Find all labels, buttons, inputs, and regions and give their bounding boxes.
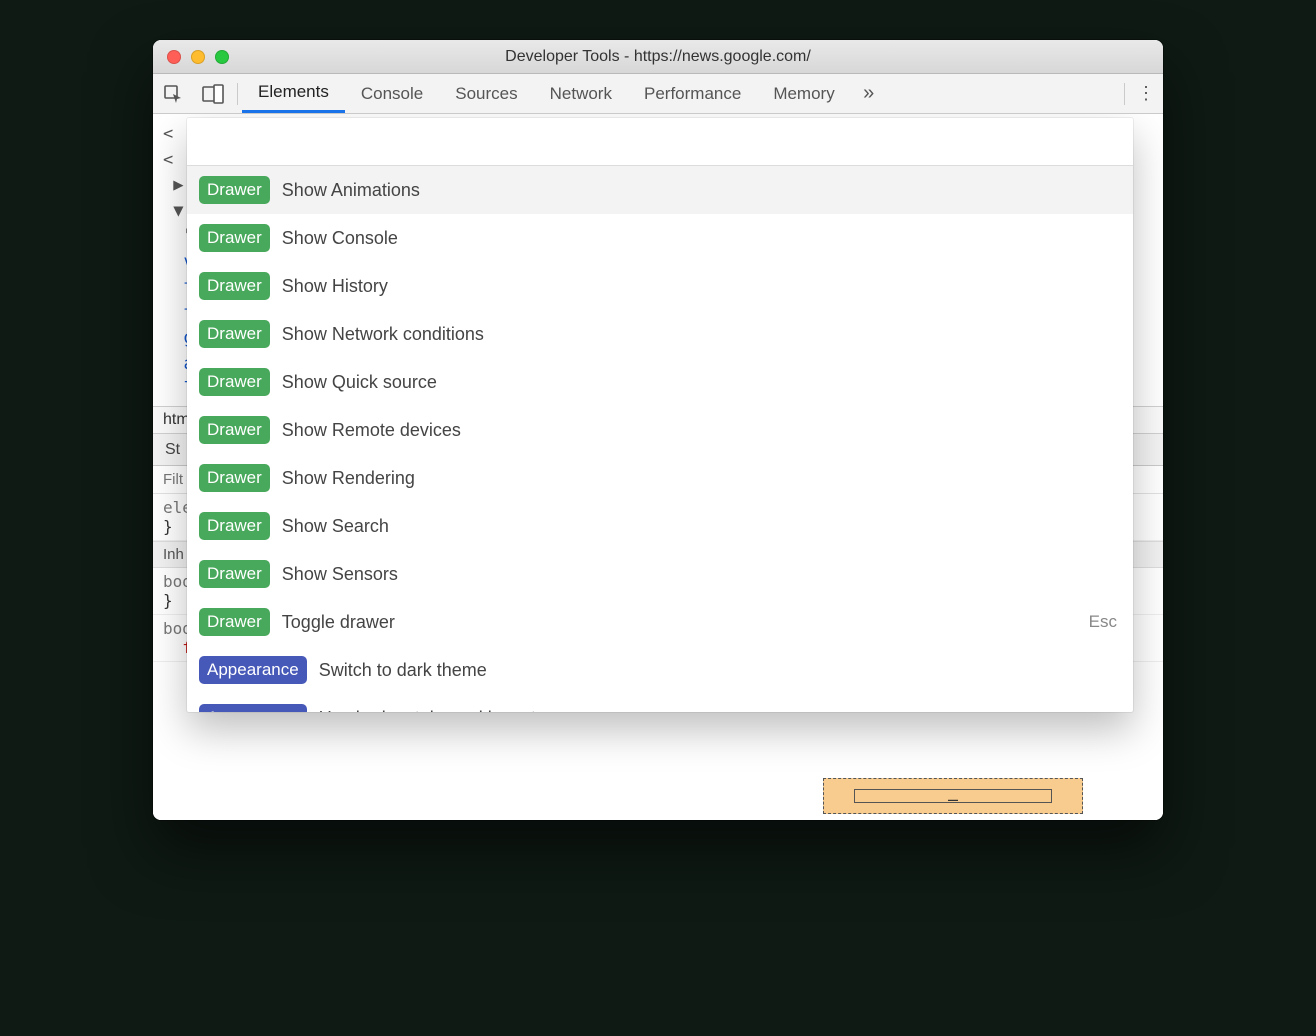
- devtools-window: Developer Tools - https://news.google.co…: [153, 40, 1163, 820]
- command-label: Show Animations: [282, 180, 420, 201]
- window-titlebar: Developer Tools - https://news.google.co…: [153, 40, 1163, 74]
- command-palette-item[interactable]: Drawer Show Sensors: [187, 550, 1133, 598]
- tab-performance[interactable]: Performance: [628, 74, 757, 113]
- command-label: Toggle drawer: [282, 612, 395, 633]
- device-toolbar-icon[interactable]: [193, 74, 233, 113]
- command-shortcut: Esc: [1089, 612, 1117, 632]
- window-title: Developer Tools - https://news.google.co…: [153, 48, 1163, 66]
- css-brace: }: [163, 591, 173, 610]
- command-label: Switch to dark theme: [319, 660, 487, 681]
- minimize-window-button[interactable]: [191, 50, 205, 64]
- command-palette-input[interactable]: [201, 131, 1119, 152]
- command-label: Show Network conditions: [282, 324, 484, 345]
- command-label: Show History: [282, 276, 388, 297]
- command-label: Show Rendering: [282, 468, 415, 489]
- command-label: Show Remote devices: [282, 420, 461, 441]
- command-palette-item[interactable]: Drawer Show Search: [187, 502, 1133, 550]
- tab-elements[interactable]: Elements: [242, 74, 345, 113]
- tab-memory[interactable]: Memory: [757, 74, 850, 113]
- command-palette-input-row: [187, 118, 1133, 166]
- more-tabs-icon[interactable]: »: [851, 82, 887, 105]
- command-label: Use horizontal panel layout: [319, 708, 536, 713]
- command-palette-item[interactable]: Appearance Use horizontal panel layout: [187, 694, 1133, 712]
- command-palette-list: DrawerShow AnimationsDrawerShow ConsoleD…: [187, 166, 1133, 712]
- command-category-badge: Drawer: [199, 464, 270, 492]
- command-label: Show Quick source: [282, 372, 437, 393]
- command-palette-item[interactable]: Drawer Show Rendering: [187, 454, 1133, 502]
- command-category-badge: Drawer: [199, 560, 270, 588]
- command-label: Show Search: [282, 516, 389, 537]
- command-category-badge: Appearance: [199, 704, 307, 712]
- main-panel: < < ▶ ▼ " v t t g a l html St Filt ele }: [153, 114, 1163, 820]
- command-category-badge: Appearance: [199, 656, 307, 684]
- command-label: Show Sensors: [282, 564, 398, 585]
- box-model-margin[interactable]: –: [823, 778, 1083, 814]
- css-brace: }: [163, 517, 173, 536]
- command-category-badge: Drawer: [199, 608, 270, 636]
- command-palette-item[interactable]: Drawer Show Quick source: [187, 358, 1133, 406]
- command-category-badge: Drawer: [199, 416, 270, 444]
- command-category-badge: Drawer: [199, 320, 270, 348]
- box-model-value: –: [948, 789, 958, 810]
- command-category-badge: Drawer: [199, 272, 270, 300]
- command-category-badge: Drawer: [199, 224, 270, 252]
- command-palette-item[interactable]: Drawer Toggle drawer Esc: [187, 598, 1133, 646]
- command-palette-item[interactable]: Drawer Show Network conditions: [187, 310, 1133, 358]
- command-category-badge: Drawer: [199, 176, 270, 204]
- command-category-badge: Drawer: [199, 512, 270, 540]
- command-category-badge: Drawer: [199, 368, 270, 396]
- toolbar-divider: [1124, 83, 1125, 105]
- command-palette-item[interactable]: Drawer Show Console: [187, 214, 1133, 262]
- maximize-window-button[interactable]: [215, 50, 229, 64]
- command-palette: DrawerShow AnimationsDrawerShow ConsoleD…: [187, 118, 1133, 712]
- devtools-toolbar: Elements Console Sources Network Perform…: [153, 74, 1163, 114]
- traffic-lights: [153, 50, 229, 64]
- command-palette-item[interactable]: Drawer Show Remote devices: [187, 406, 1133, 454]
- devtools-tabs: Elements Console Sources Network Perform…: [242, 74, 851, 113]
- settings-menu-icon[interactable]: ⋮: [1129, 83, 1163, 104]
- command-palette-item[interactable]: Appearance Switch to dark theme: [187, 646, 1133, 694]
- tab-sources[interactable]: Sources: [439, 74, 533, 113]
- inspect-element-icon[interactable]: [153, 74, 193, 113]
- command-palette-item[interactable]: Drawer Show History: [187, 262, 1133, 310]
- tab-console[interactable]: Console: [345, 74, 439, 113]
- close-window-button[interactable]: [167, 50, 181, 64]
- command-palette-item[interactable]: Drawer Show Animations: [187, 166, 1133, 214]
- toolbar-divider: [237, 83, 238, 105]
- tab-network[interactable]: Network: [534, 74, 628, 113]
- command-label: Show Console: [282, 228, 398, 249]
